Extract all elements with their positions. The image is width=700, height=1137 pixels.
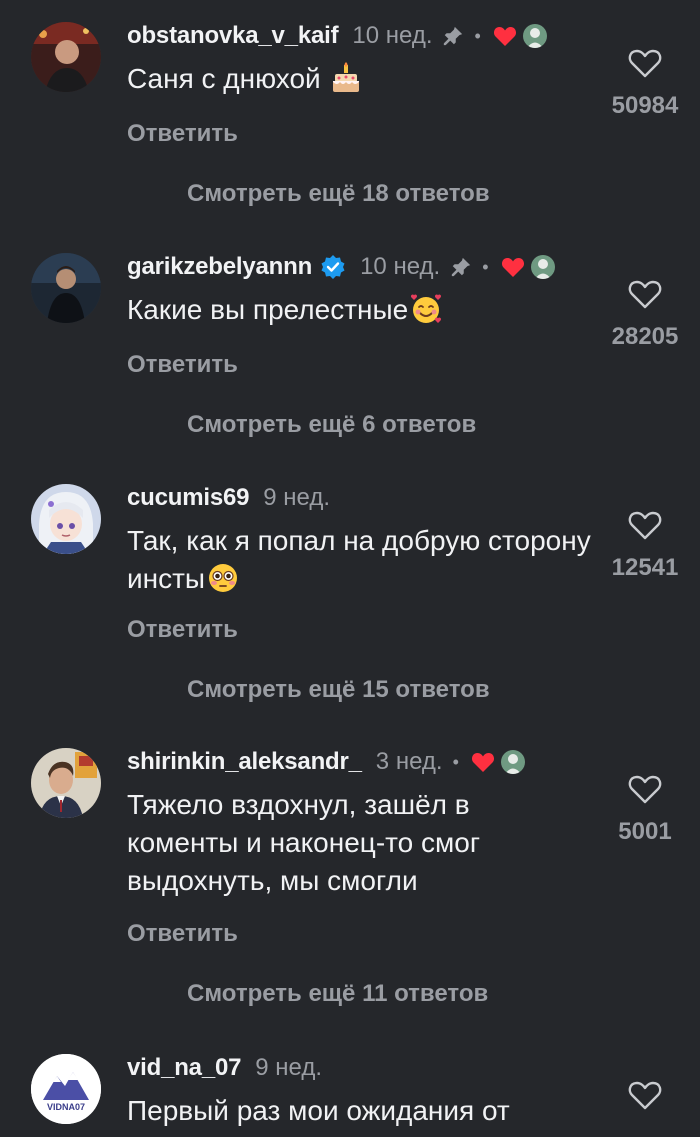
comment-text-content: Саня с днюхой [127,63,321,94]
username[interactable]: vid_na_07 [127,1054,241,1082]
timestamp: 10 нед. [360,253,441,280]
verified-badge-icon [320,254,346,280]
avatar[interactable] [31,484,101,554]
comment-text-content: Первый раз мои ожидания от [127,1095,510,1126]
author-mini-avatar [500,750,525,774]
timestamp: 3 нед. [375,748,443,775]
timestamp: 9 нед. [263,484,331,511]
heart-icon[interactable] [628,279,662,309]
username[interactable]: cucumis69 [127,484,249,512]
comment-text: Какие вы прелестные [127,291,597,329]
comment-text-content: Тяжело вздохнул, зашёл в коменты и након… [127,789,481,896]
comment-header: garikzebelyannn 10 нед. • [127,253,555,281]
like-column: 12541 [590,510,700,582]
comment-text-content: Так, как я попал на добрую сторону инсты [127,525,591,594]
like-count: 28205 [611,323,679,350]
comment-text: Первый раз мои ожидания от [127,1092,597,1130]
view-more-replies-button[interactable]: Смотреть ещё 15 ответов [187,676,490,704]
like-column [590,1080,700,1110]
comment-text: Саня с днюхой [127,60,597,98]
view-more-replies-button[interactable]: Смотреть ещё 18 ответов [187,180,490,208]
avatar[interactable] [31,748,101,818]
comments-list: obstanovka_v_kaif 10 нед. • Саня с днюхо… [0,0,700,1137]
separator-dot: • [482,256,489,277]
reply-button[interactable]: Ответить [127,351,238,379]
avatar[interactable] [31,253,101,323]
username[interactable]: shirinkin_aleksandr_ [127,748,362,776]
timestamp: 9 нед. [255,1054,323,1081]
reply-button[interactable]: Ответить [127,616,238,644]
comment-text-content: Какие вы прелестные [127,294,409,325]
username[interactable]: garikzebelyannn [127,253,312,281]
avatar[interactable]: VIDNA07 [31,1054,101,1124]
avatar-logo-text: VIDNA07 [47,1102,85,1112]
reply-button[interactable]: Ответить [127,920,238,948]
author-liked-heart-icon [471,751,495,773]
comment-text: Так, как я попал на добрую сторону инсты [127,522,597,598]
timestamp: 10 нед. [352,22,433,49]
like-column: 5001 [590,774,700,846]
view-more-replies-button[interactable]: Смотреть ещё 6 ответов [187,411,476,439]
avatar[interactable] [31,22,101,92]
separator-dot: • [452,751,459,772]
like-count: 12541 [611,554,679,581]
comment-header: cucumis69 9 нед. [127,484,330,512]
comment-header: shirinkin_aleksandr_ 3 нед. • [127,748,525,776]
heart-icon[interactable] [628,1080,662,1110]
flushed-face-icon [207,562,239,594]
author-liked-heart-icon [501,256,525,278]
reply-button[interactable]: Ответить [127,120,238,148]
like-column: 28205 [590,279,700,351]
birthday-cake-icon [330,62,362,94]
pin-icon [442,25,464,47]
like-column: 50984 [590,48,700,120]
separator-dot: • [474,25,481,46]
comment-text: Тяжело вздохнул, зашёл в коменты и након… [127,786,547,900]
username[interactable]: obstanovka_v_kaif [127,22,339,50]
author-mini-avatar [522,24,547,48]
view-more-replies-button[interactable]: Смотреть ещё 11 ответов [187,980,488,1008]
like-count: 50984 [611,92,679,119]
author-mini-avatar [530,255,555,279]
heart-icon[interactable] [628,48,662,78]
smiling-face-with-hearts-icon [410,293,442,325]
comment-header: vid_na_07 9 нед. [127,1054,322,1082]
comment-header: obstanovka_v_kaif 10 нед. • [127,22,547,50]
pin-icon [450,256,472,278]
author-liked-heart-icon [493,25,517,47]
heart-icon[interactable] [628,774,662,804]
heart-icon[interactable] [628,510,662,540]
like-count: 5001 [618,818,672,845]
